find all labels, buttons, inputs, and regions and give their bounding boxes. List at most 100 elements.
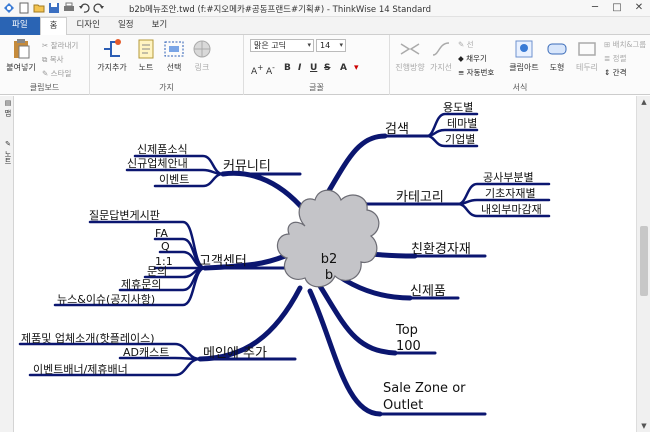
child-hotplace[interactable]: 제품및 업체소개(핫플레이스) [21, 332, 155, 345]
clipboard-icon [14, 39, 30, 59]
highlight-icon[interactable]: ▾ [354, 63, 359, 73]
child-ad-cast[interactable]: AD캐스트 [123, 346, 169, 359]
child-construction[interactable]: 공사부분별 [483, 171, 534, 184]
child-faq-2[interactable]: Q [161, 240, 170, 253]
strikethrough-icon[interactable]: S [324, 63, 330, 73]
tab-view[interactable]: 보기 [143, 17, 177, 35]
child-new-product-news[interactable]: 신제품소식 [137, 143, 188, 156]
branch-search[interactable]: 검색 [385, 122, 409, 137]
child-inquiry[interactable]: 문의 [147, 265, 167, 278]
title-bar: b2b메뉴조안.twd (f:#지오메카#공동프랜드#기획#) - ThinkW… [0, 0, 650, 17]
line-button[interactable]: ✎ 선 [458, 39, 474, 50]
style-copy-label: 스타일 [50, 69, 72, 78]
italic-icon[interactable]: I [298, 63, 301, 73]
autonumber-button[interactable]: ≡ 자동번호 [458, 67, 494, 78]
branch-eco-material[interactable]: 친환경자재 [411, 242, 471, 257]
style-copy-button[interactable]: ✎ 스타일 [42, 68, 71, 79]
font-grow-icon[interactable]: A+ [251, 63, 263, 77]
child-partnership[interactable]: 제휴문의 [121, 278, 161, 291]
font-color-icon[interactable]: A [340, 63, 347, 73]
branch-top100-line1[interactable]: Top [395, 323, 418, 338]
child-news-notice[interactable]: 뉴스&이슈(공지사항) [57, 293, 155, 306]
cut-label: 잘라내기 [50, 41, 79, 50]
branch-new-product[interactable]: 신제품 [410, 284, 446, 299]
note-panel-tab[interactable]: ✎ 노트 [1, 140, 13, 164]
branch-main-add[interactable]: 메인에 추가 [203, 346, 267, 361]
child-theme[interactable]: 테마별 [447, 117, 477, 130]
branch-top100-line2[interactable]: 100 [396, 339, 421, 354]
fill-button[interactable]: ◆ 채우기 [458, 53, 487, 64]
scroll-down-icon[interactable]: ▼ [637, 420, 650, 432]
align-button[interactable]: ≣ 정렬 [604, 53, 626, 64]
note-button[interactable]: 노트 [132, 38, 160, 73]
scroll-up-icon[interactable]: ▲ [637, 96, 650, 108]
tab-schedule[interactable]: 일정 [109, 17, 143, 35]
branch-sale-line2[interactable]: Outlet [383, 398, 423, 413]
link-label: 링크 [194, 63, 210, 72]
add-branch-button[interactable]: 가지추가 [93, 38, 131, 73]
font-family-select[interactable]: 맑은 고딕 ▾ [250, 39, 314, 52]
paste-label: 붙여넣기 [6, 63, 36, 72]
branch-connector-sale [307, 288, 383, 417]
minimize-button[interactable]: ─ [584, 0, 606, 16]
spacing-button[interactable]: ⇕ 간격 [604, 67, 626, 78]
child-finish-material[interactable]: 내외부마감재 [481, 203, 542, 216]
clipboard-group-label: 클립보드 [29, 83, 60, 92]
tab-home[interactable]: 홈 [39, 17, 68, 36]
child-event[interactable]: 이벤트 [159, 173, 189, 186]
note-panel-label: 노트 [4, 150, 12, 165]
child-qna-board[interactable]: 질문답변게시판 [89, 209, 160, 222]
close-button[interactable]: ✕ [628, 0, 650, 16]
child-company[interactable]: 기업별 [445, 133, 475, 146]
note-panel-icon: ✎ [4, 140, 12, 148]
branch-customer-center[interactable]: 고객센터 [199, 254, 247, 269]
font-family-chevron-icon: ▾ [307, 41, 311, 49]
link-button[interactable]: 링크 [188, 38, 216, 73]
cut-button[interactable]: ✂ 잘라내기 [42, 40, 78, 51]
maximize-button[interactable]: □ [606, 0, 628, 16]
shape-icon [547, 43, 567, 55]
font-group-label: 글꼴 [309, 83, 324, 92]
border-icon [578, 42, 596, 56]
underline-icon[interactable]: U [310, 63, 317, 73]
format-group: 진행방향 가지선 ✎ 선 ◆ 채우기 ≡ 자동번호 클립아트 도형 테두리 ⊞ … [390, 35, 650, 95]
direction-label: 진행방향 [395, 63, 425, 72]
child-event-banner[interactable]: 이벤트배너/제휴배너 [33, 363, 128, 376]
bold-icon[interactable]: B [284, 63, 291, 73]
font-size-chevron-icon: ▾ [339, 41, 343, 49]
direction-button[interactable]: 진행방향 [393, 38, 427, 73]
fill-label: 채우기 [466, 54, 487, 63]
branch-line-label: 가지선 [429, 63, 453, 72]
figure-button[interactable]: 도형 [542, 38, 572, 73]
paste-button[interactable]: 붙여넣기 [4, 38, 38, 73]
font-size-value: 14 [320, 41, 331, 50]
font-shrink-icon[interactable]: A- [266, 63, 275, 77]
mindmap-canvas[interactable]: b2 b 검색 카테고리 친환경자재 신제품 Top 100 Sale Zone… [15, 96, 636, 432]
select-button[interactable]: 선택 [160, 38, 188, 73]
clipart-button[interactable]: 클립아트 [506, 38, 542, 73]
globe-link-icon [193, 40, 211, 58]
clipboard-group: 붙여넣기 ✂ 잘라내기 ⧉ 복사 ✎ 스타일 클립보드 [0, 35, 90, 95]
branch-category[interactable]: 카테고리 [396, 190, 444, 205]
central-topic-line2: b [325, 268, 333, 283]
child-basic-material[interactable]: 기초자재별 [485, 187, 536, 200]
child-usage[interactable]: 용도별 [443, 101, 473, 114]
child-new-company[interactable]: 신규업체안내 [127, 157, 188, 170]
branch-community[interactable]: 커뮤니티 [223, 159, 271, 174]
scroll-thumb[interactable] [640, 226, 648, 296]
layout-group-button[interactable]: ⊞ 배치&그룹 [604, 39, 646, 50]
clipart-label: 클립아트 [509, 63, 539, 72]
left-panel-rail: ▤ 맵 ✎ 노트 [0, 96, 14, 432]
font-size-select[interactable]: 14 ▾ [316, 39, 346, 52]
border-button[interactable]: 테두리 [572, 38, 602, 73]
branch-sale-line1[interactable]: Sale Zone or [383, 381, 466, 396]
copy-button[interactable]: ⧉ 복사 [42, 54, 64, 65]
vertical-scrollbar[interactable]: ▲ ▼ [636, 96, 650, 432]
tab-file[interactable]: 파일 [0, 17, 40, 35]
branch-line-button[interactable]: 가지선 [427, 38, 455, 73]
child-faq-1[interactable]: FA [155, 227, 168, 240]
select-icon [164, 41, 184, 57]
map-panel-tab[interactable]: ▤ 맵 [1, 99, 13, 116]
tab-design[interactable]: 디자인 [67, 17, 108, 35]
map-panel-icon: ▤ [4, 99, 12, 107]
